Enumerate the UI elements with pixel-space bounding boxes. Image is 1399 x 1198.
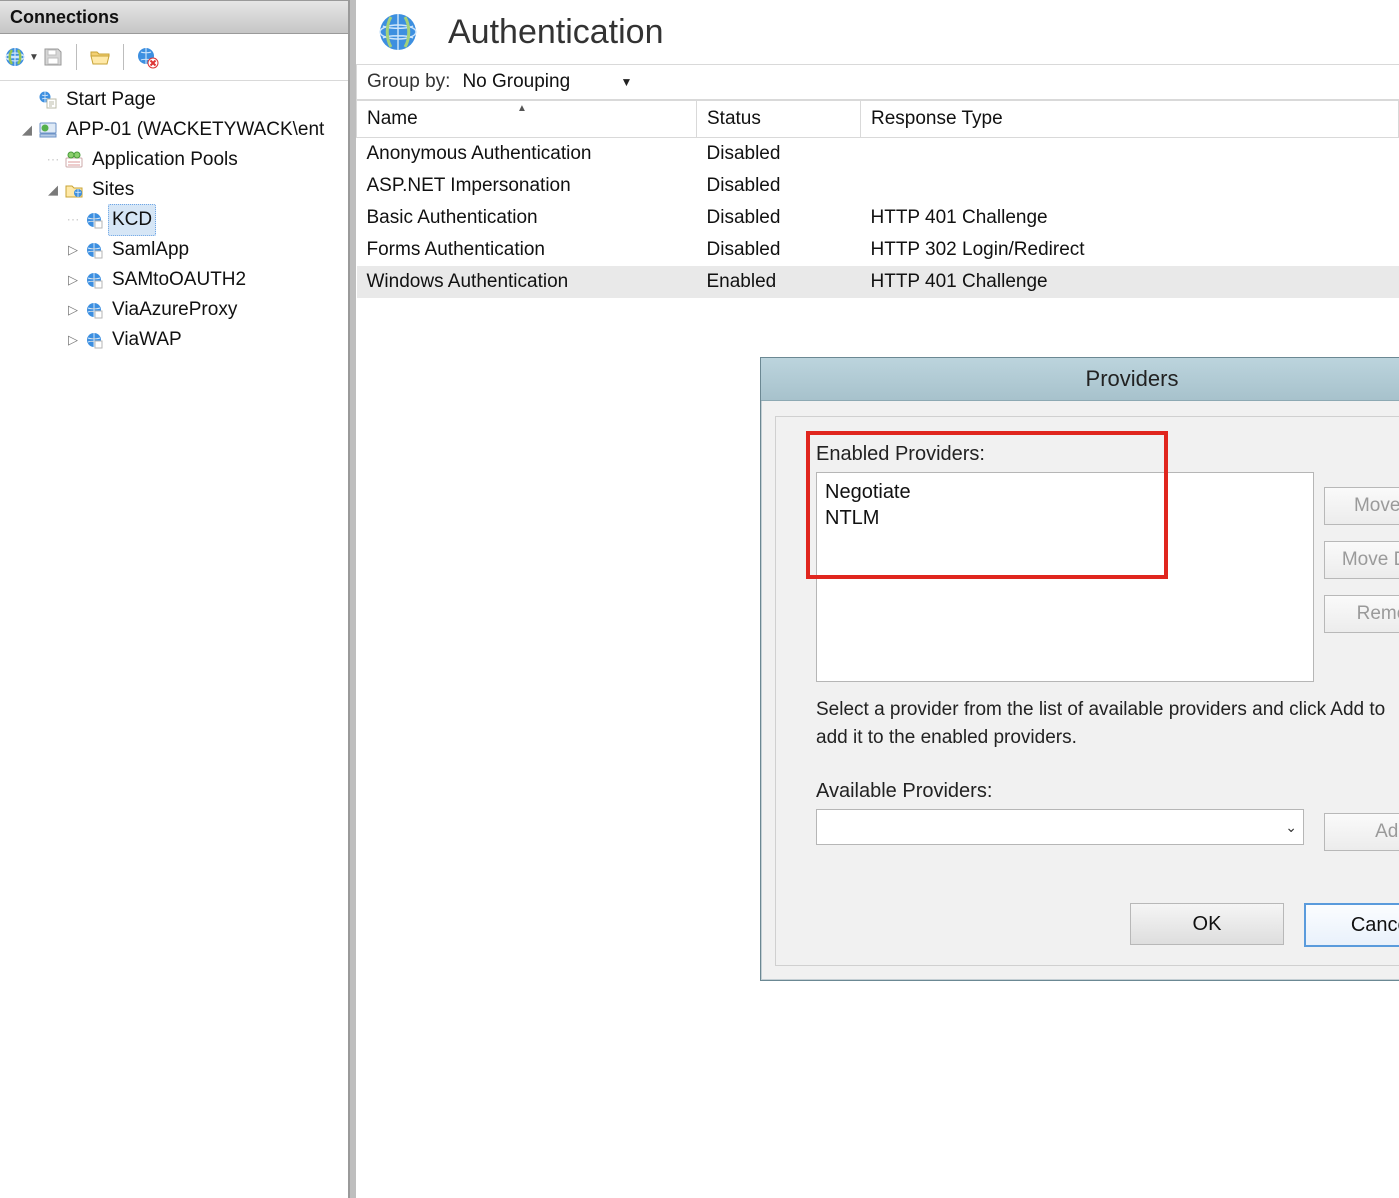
group-by-value: No Grouping: [458, 71, 570, 93]
add-button[interactable]: Add: [1324, 813, 1399, 851]
site-icon: [84, 240, 104, 260]
cell-status: Disabled: [697, 234, 861, 266]
column-header-response[interactable]: Response Type: [861, 101, 1399, 138]
expand-icon[interactable]: ▷: [66, 265, 80, 295]
chevron-down-icon: ⌄: [1285, 819, 1297, 836]
cell-name: Anonymous Authentication: [357, 138, 697, 171]
providers-dialog: Providers ? x Enabled Providers: Negotia…: [760, 357, 1399, 981]
save-icon: [41, 45, 65, 69]
list-item[interactable]: NTLM: [825, 505, 1305, 531]
globe-remove-icon: [135, 45, 159, 69]
dialog-title-bar[interactable]: Providers ? x: [761, 358, 1399, 401]
cell-response: HTTP 401 Challenge: [861, 202, 1399, 234]
server-icon: [38, 120, 58, 140]
tree-node-label: Sites: [88, 175, 138, 205]
start-page-icon: [38, 90, 58, 110]
tree-node-label: ViaAzureProxy: [108, 295, 241, 325]
cell-status: Enabled: [697, 266, 861, 298]
connections-title: Connections: [0, 0, 348, 34]
tree-app-pools[interactable]: ⋯ Application Pools: [2, 145, 346, 175]
list-item[interactable]: Negotiate: [825, 479, 1305, 505]
expand-icon[interactable]: ▷: [66, 235, 80, 265]
tree-sites[interactable]: ◢ Sites: [2, 175, 346, 205]
open-folder-button[interactable]: [85, 42, 115, 72]
cell-name: Forms Authentication: [357, 234, 697, 266]
tree-site-item[interactable]: ▷ ViaAzureProxy: [2, 295, 346, 325]
cell-response: [861, 138, 1399, 171]
tree-node-label: SAMtoOAUTH2: [108, 265, 250, 295]
expand-icon[interactable]: ▷: [66, 325, 80, 355]
globe-icon: [3, 45, 27, 69]
folder-open-icon: [88, 45, 112, 69]
cell-name: Basic Authentication: [357, 202, 697, 234]
column-header-status[interactable]: Status: [697, 101, 861, 138]
tree-node-label: SamlApp: [108, 235, 193, 265]
chevron-down-icon: ▼: [621, 75, 633, 89]
tree-site-item[interactable]: ▷ ViaWAP: [2, 325, 346, 355]
main-content: Authentication Group by: No Grouping ▼ N…: [356, 0, 1399, 1198]
expand-icon[interactable]: ▷: [66, 295, 80, 325]
table-row[interactable]: Basic AuthenticationDisabledHTTP 401 Cha…: [357, 202, 1399, 234]
tree-server[interactable]: ◢ APP-01 (WACKETYWACK\ent: [2, 115, 346, 145]
tree-node-label: Application Pools: [88, 145, 242, 175]
enabled-providers-listbox[interactable]: Negotiate NTLM: [816, 472, 1314, 682]
site-icon: [84, 330, 104, 350]
cell-status: Disabled: [697, 170, 861, 202]
app-pools-icon: [64, 150, 84, 170]
cell-response: HTTP 401 Challenge: [861, 266, 1399, 298]
tree-node-label: APP-01 (WACKETYWACK\ent: [62, 115, 328, 145]
connections-tree[interactable]: Start Page ◢ APP-01 (WACKETYWACK\ent ⋯ A…: [0, 81, 348, 1198]
site-icon: [84, 210, 104, 230]
cell-status: Disabled: [697, 138, 861, 171]
table-row[interactable]: Anonymous AuthenticationDisabled: [357, 138, 1399, 171]
connect-button[interactable]: ▼: [6, 42, 36, 72]
move-down-button[interactable]: Move Down: [1324, 541, 1399, 579]
tree-node-label: Start Page: [62, 85, 160, 115]
tree-node-label: KCD: [108, 204, 156, 236]
sort-asc-icon: ▲: [517, 103, 527, 114]
tree-site-item[interactable]: ▷ SamlApp: [2, 235, 346, 265]
ok-button[interactable]: OK: [1130, 903, 1284, 945]
table-row[interactable]: ASP.NET ImpersonationDisabled: [357, 170, 1399, 202]
tree-site-item[interactable]: ⋯ KCD: [2, 205, 346, 235]
connections-toolbar: ▼: [0, 34, 348, 81]
cell-response: [861, 170, 1399, 202]
cell-name: ASP.NET Impersonation: [357, 170, 697, 202]
remove-button[interactable]: Remove: [1324, 595, 1399, 633]
available-providers-combobox[interactable]: ⌄: [816, 809, 1304, 845]
collapse-icon[interactable]: ◢: [20, 115, 34, 145]
column-header-name[interactable]: Name▲: [357, 101, 697, 138]
dialog-title: Providers: [1086, 366, 1179, 392]
sites-folder-icon: [64, 180, 84, 200]
authentication-icon: [376, 10, 420, 54]
group-by-label: Group by:: [357, 71, 458, 93]
tree-start-page[interactable]: Start Page: [2, 85, 346, 115]
authentication-table: Name▲ Status Response Type Anonymous Aut…: [356, 100, 1399, 298]
site-icon: [84, 300, 104, 320]
cell-response: HTTP 302 Login/Redirect: [861, 234, 1399, 266]
remove-connection-button[interactable]: [132, 42, 162, 72]
available-providers-label: Available Providers:: [816, 780, 1399, 803]
table-row[interactable]: Forms AuthenticationDisabledHTTP 302 Log…: [357, 234, 1399, 266]
instruction-text: Select a provider from the list of avail…: [816, 696, 1396, 752]
table-row[interactable]: Windows AuthenticationEnabledHTTP 401 Ch…: [357, 266, 1399, 298]
enabled-providers-label: Enabled Providers:: [816, 443, 1399, 466]
connections-panel: Connections ▼: [0, 0, 350, 1198]
tree-site-item[interactable]: ▷ SAMtoOAUTH2: [2, 265, 346, 295]
cell-status: Disabled: [697, 202, 861, 234]
group-by-select[interactable]: No Grouping ▼: [458, 65, 638, 99]
group-by-bar: Group by: No Grouping ▼: [356, 64, 1399, 100]
cell-name: Windows Authentication: [357, 266, 697, 298]
cancel-button[interactable]: Cancel: [1304, 903, 1399, 947]
save-button[interactable]: [38, 42, 68, 72]
tree-node-label: ViaWAP: [108, 325, 186, 355]
move-up-button[interactable]: Move Up: [1324, 487, 1399, 525]
collapse-icon[interactable]: ◢: [46, 175, 60, 205]
site-icon: [84, 270, 104, 290]
page-title: Authentication: [448, 13, 664, 52]
